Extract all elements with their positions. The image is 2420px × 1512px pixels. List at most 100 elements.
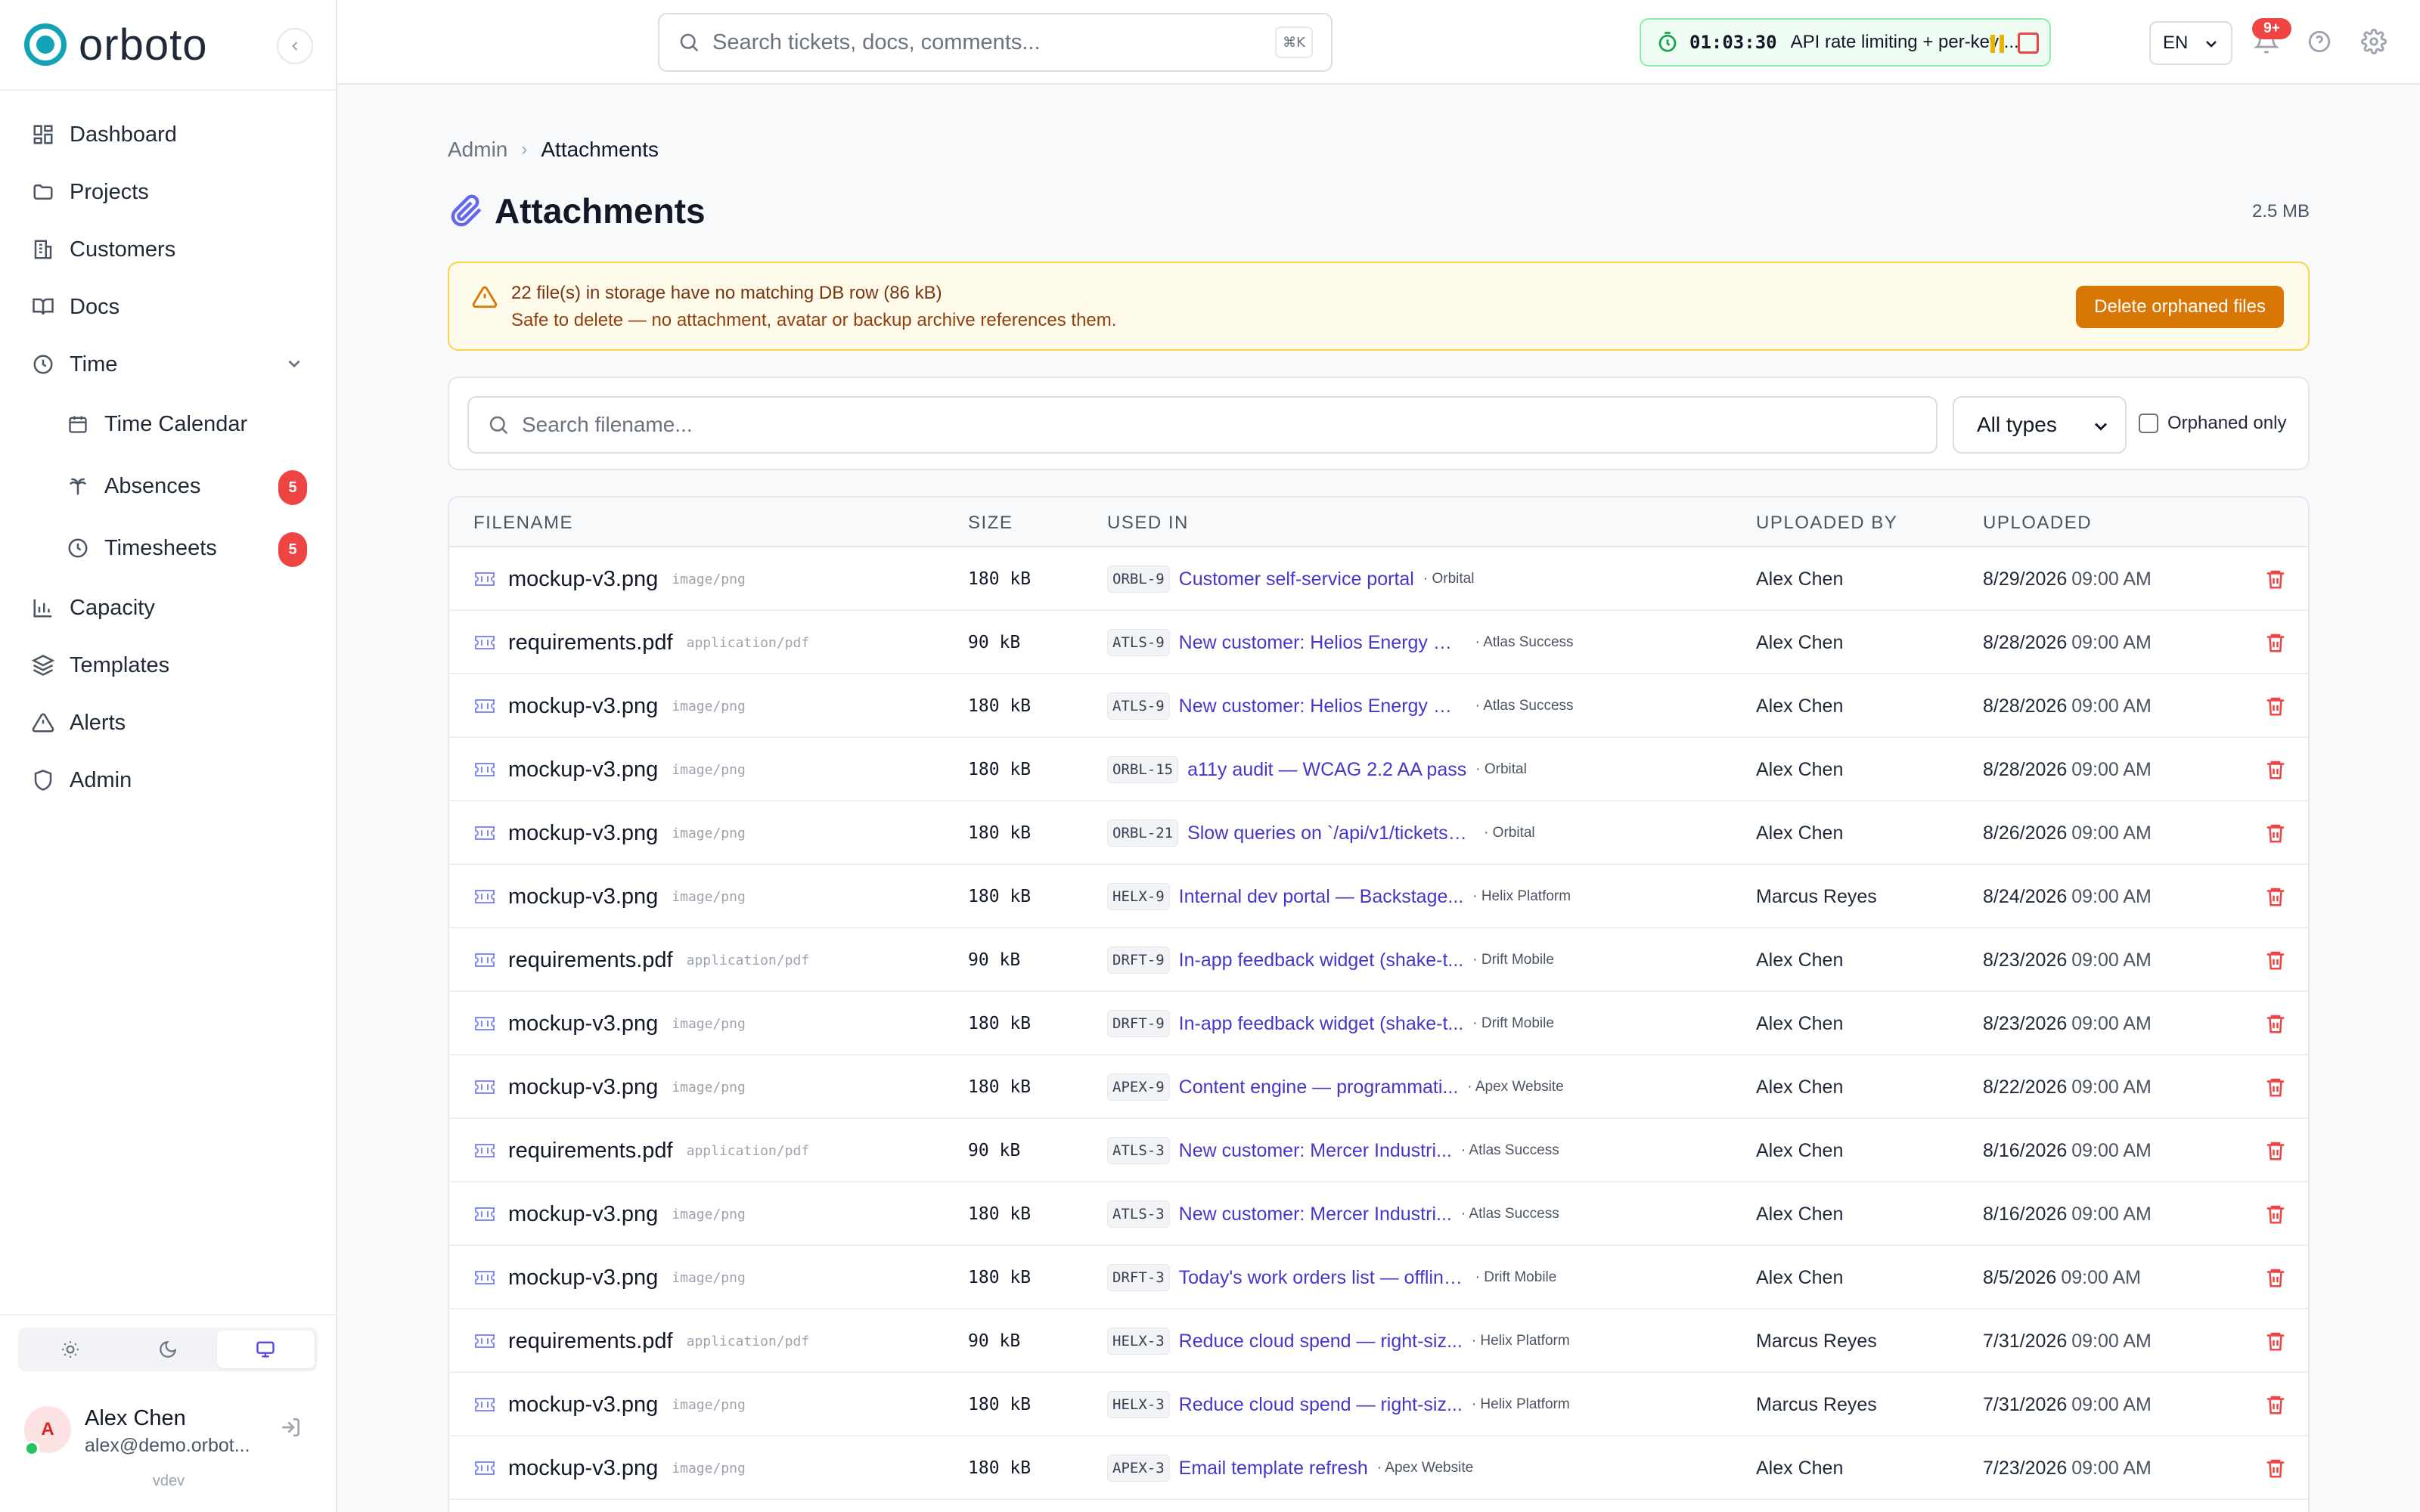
delete-button[interactable] <box>2264 1309 2287 1373</box>
sidebar-item-templates[interactable]: Templates <box>0 637 336 694</box>
user-profile[interactable]: A Alex Chen alex@demo.orbot... <box>24 1406 319 1459</box>
filename-link[interactable]: requirements.pdf <box>508 631 673 655</box>
settings-button[interactable] <box>2361 29 2387 58</box>
ticket-link[interactable]: New customer: Mercer Industri... <box>1179 1140 1452 1162</box>
orphaned-only-checkbox[interactable] <box>2139 414 2158 433</box>
filename-link[interactable]: requirements.pdf <box>508 1139 673 1163</box>
sidebar-item-label: Capacity <box>70 595 155 620</box>
sidebar-item-absences[interactable]: Absences 5 <box>0 455 336 517</box>
delete-button[interactable] <box>2264 1373 2287 1436</box>
logout-icon[interactable] <box>278 1415 302 1443</box>
filename-link[interactable]: requirements.pdf <box>508 948 673 973</box>
sidebar-item-capacity[interactable]: Capacity <box>0 579 336 637</box>
ticket-link[interactable]: New customer: Helios Energy —... <box>1179 632 1466 654</box>
sidebar-item-timesheets[interactable]: Timesheets 5 <box>0 517 336 579</box>
delete-button[interactable] <box>2264 1119 2287 1182</box>
ticket-link[interactable]: In-app feedback widget (shake-t... <box>1179 1013 1464 1035</box>
filename-link[interactable]: mockup-v3.png <box>508 758 658 782</box>
filename-link[interactable]: mockup-v3.png <box>508 821 658 846</box>
filename-link[interactable]: mockup-v3.png <box>508 1202 658 1227</box>
filename-link[interactable]: requirements.pdf <box>508 1329 673 1354</box>
delete-orphaned-files-button[interactable]: Delete orphaned files <box>2076 286 2284 328</box>
delete-button[interactable] <box>2264 674 2287 738</box>
theme-system-button[interactable] <box>216 1331 315 1368</box>
orphaned-only-toggle[interactable]: Orphaned only <box>2139 413 2286 434</box>
filename-search-input[interactable] <box>522 413 1883 437</box>
uploaded-by-cell: Alex Chen <box>1756 1203 1844 1225</box>
sidebar-item-time[interactable]: Time <box>0 336 336 393</box>
sidebar-item-alerts[interactable]: Alerts <box>0 694 336 751</box>
delete-button[interactable] <box>2264 928 2287 992</box>
used-in-cell: ATLS-3 New customer: Mercer Industri... · … <box>1107 1182 1727 1246</box>
global-search-input[interactable] <box>712 29 1257 55</box>
delete-button[interactable] <box>2264 547 2287 611</box>
column-header-filename[interactable]: FILENAME <box>473 513 573 534</box>
sidebar-item-projects[interactable]: Projects <box>0 163 336 221</box>
chevron-down-icon <box>2094 423 2108 431</box>
delete-button[interactable] <box>2264 611 2287 674</box>
ticket-link[interactable]: In-app feedback widget (shake-t... <box>1179 950 1464 971</box>
ticket-link[interactable]: Email template refresh <box>1179 1458 1368 1479</box>
ticket-key: HELX-3 <box>1107 1328 1170 1355</box>
breadcrumb-admin[interactable]: Admin <box>448 138 507 162</box>
delete-button[interactable] <box>2264 801 2287 865</box>
column-header-used-in[interactable]: USED IN <box>1107 513 1189 534</box>
filename-link[interactable]: mockup-v3.png <box>508 1075 658 1100</box>
ticket-link[interactable]: Today's work orders list — offline... <box>1179 1267 1466 1289</box>
sidebar-item-customers[interactable]: Customers <box>0 221 336 278</box>
delete-button[interactable] <box>2264 738 2287 801</box>
type-filter-select[interactable]: All types <box>1953 396 2127 454</box>
upload-date: 8/26/2026 <box>1983 822 2068 844</box>
filename-link[interactable]: mockup-v3.png <box>508 1012 658 1036</box>
help-button[interactable] <box>2307 29 2332 58</box>
ticket-link[interactable]: Reduce cloud spend — right-siz... <box>1179 1394 1463 1416</box>
ticket-link[interactable]: Slow queries on `/api/v1/tickets?inclu..… <box>1187 823 1475 844</box>
delete-button[interactable] <box>2264 865 2287 928</box>
column-header-size[interactable]: SIZE <box>968 513 1013 534</box>
mime-type: image/png <box>672 571 746 587</box>
ticket-link[interactable]: Customer self-service portal <box>1179 569 1414 590</box>
column-header-uploaded[interactable]: UPLOADED <box>1983 513 2092 534</box>
column-header-uploaded-by[interactable]: UPLOADED BY <box>1756 513 1897 534</box>
global-search[interactable]: ⌘K <box>658 13 1333 72</box>
language-select[interactable]: EN <box>2149 21 2232 65</box>
filename-link[interactable]: mockup-v3.png <box>508 567 658 592</box>
ticket-link[interactable]: Reduce cloud spend — right-siz... <box>1179 1331 1463 1352</box>
sidebar-item-time-calendar[interactable]: Time Calendar <box>0 393 336 455</box>
filename-link[interactable]: mockup-v3.png <box>508 1266 658 1290</box>
running-timer[interactable]: 01:03:30 API rate limiting + per-key ... <box>1640 18 2051 67</box>
delete-button[interactable] <box>2264 1055 2287 1119</box>
stop-timer-icon[interactable] <box>2018 33 2039 54</box>
delete-button[interactable] <box>2264 1246 2287 1309</box>
upload-date: 8/22/2026 <box>1983 1076 2068 1098</box>
chevron-down-icon[interactable] <box>284 354 304 380</box>
collapse-sidebar-button[interactable] <box>277 28 313 64</box>
delete-button[interactable] <box>2264 992 2287 1055</box>
theme-dark-button[interactable] <box>119 1331 216 1368</box>
sidebar-item-admin[interactable]: Admin <box>0 751 336 809</box>
sidebar-item-dashboard[interactable]: Dashboard <box>0 106 336 163</box>
ticket-link[interactable]: a11y audit — WCAG 2.2 AA pass <box>1187 759 1466 781</box>
filename-cell: mockup-v3.png image/png <box>473 1436 942 1500</box>
filename-link[interactable]: mockup-v3.png <box>508 1456 658 1481</box>
theme-light-button[interactable] <box>21 1331 119 1368</box>
ticket-link[interactable]: Internal dev portal — Backstage... <box>1179 886 1464 908</box>
ticket-link[interactable]: New customer: Helios Energy —... <box>1179 696 1466 717</box>
project-name: · Drift Mobile <box>1475 1269 1557 1285</box>
uploaded-by-cell: Alex Chen <box>1756 1012 1844 1034</box>
uploaded-by-cell: Alex Chen <box>1756 1457 1844 1479</box>
filename-link[interactable]: mockup-v3.png <box>508 1393 658 1418</box>
ticket-link[interactable]: Content engine — programmati... <box>1179 1077 1459 1098</box>
orphaned-only-label: Orphaned only <box>2167 413 2287 433</box>
table-row: mockup-v3.png image/png 180 kB ATLS-9 New cu… <box>449 674 2308 738</box>
sidebar-item-docs[interactable]: Docs <box>0 278 336 336</box>
sidebar-item-label: Absences <box>104 473 201 498</box>
delete-button[interactable] <box>2264 1182 2287 1246</box>
uploaded-cell: 7/31/2026 09:00 AM <box>1983 1373 2152 1436</box>
delete-button[interactable] <box>2264 1436 2287 1500</box>
pause-timer-icon[interactable] <box>1990 35 2004 53</box>
ticket-link[interactable]: New customer: Mercer Industri... <box>1179 1204 1452 1225</box>
filename-link[interactable]: mockup-v3.png <box>508 885 658 909</box>
filename-link[interactable]: mockup-v3.png <box>508 694 658 719</box>
filename-search[interactable] <box>467 396 1938 454</box>
